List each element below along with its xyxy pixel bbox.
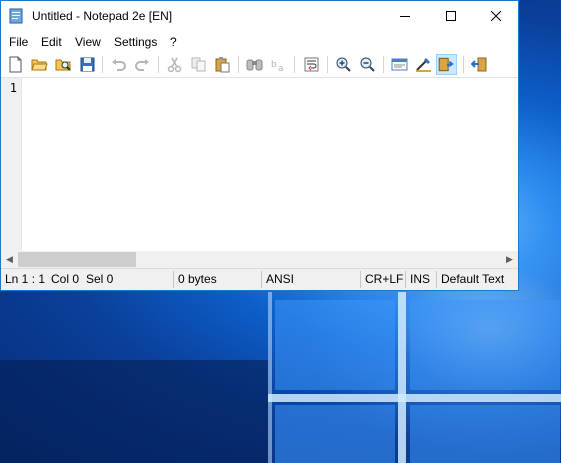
notepad-app-icon — [9, 8, 23, 24]
line-number-gutter: 1 — [1, 78, 22, 251]
status-scheme: Default Text — [441, 272, 505, 286]
close-button[interactable] — [474, 1, 518, 31]
menu-settings[interactable]: Settings — [114, 35, 157, 49]
word-wrap-icon[interactable] — [303, 56, 320, 73]
notepad-window: Untitled - Notepad 2e [EN] File Edit Vie… — [0, 0, 519, 291]
line-number: 1 — [9, 81, 17, 95]
save-icon[interactable] — [79, 56, 96, 73]
find-icon[interactable] — [246, 56, 263, 73]
scrollbar-thumb[interactable] — [18, 252, 136, 267]
customize-icon[interactable] — [415, 56, 432, 73]
close-icon — [491, 11, 501, 21]
status-encoding: ANSI — [266, 272, 295, 286]
paste-icon[interactable] — [214, 56, 231, 73]
minimize-icon — [400, 16, 410, 17]
toolbar: ba — [1, 52, 518, 78]
menu-file[interactable]: File — [9, 35, 28, 49]
status-size: 0 bytes — [178, 272, 217, 286]
minimize-button[interactable] — [382, 1, 428, 31]
svg-text:b: b — [271, 60, 277, 70]
horizontal-scrollbar[interactable]: ◀ ▶ — [1, 251, 518, 268]
svg-text:a: a — [278, 64, 284, 73]
scroll-right-icon[interactable]: ▶ — [501, 251, 518, 268]
status-position: Ln 1 : 1 — [5, 272, 46, 286]
status-line-endings: CR+LF — [365, 272, 404, 286]
browse-icon[interactable] — [55, 56, 72, 73]
copy-icon[interactable] — [190, 56, 207, 73]
toggle-active-button[interactable] — [436, 54, 457, 75]
maximize-button[interactable] — [428, 1, 474, 31]
window-title: Untitled - Notepad 2e [EN] — [32, 9, 173, 23]
status-selection: Sel 0 — [86, 272, 114, 286]
menu-bar: File Edit View Settings ? — [1, 31, 518, 52]
cut-icon[interactable] — [166, 56, 183, 73]
exit-icon[interactable] — [471, 56, 488, 73]
menu-view[interactable]: View — [75, 35, 101, 49]
undo-icon[interactable] — [110, 56, 127, 73]
scheme-icon[interactable] — [391, 56, 408, 73]
title-bar[interactable]: Untitled - Notepad 2e [EN] — [1, 1, 518, 31]
maximize-icon — [446, 11, 456, 21]
status-column: Col 0 — [51, 272, 80, 286]
menu-help[interactable]: ? — [170, 35, 177, 49]
status-insert-mode: INS — [410, 272, 431, 286]
text-editor[interactable]: 1 — [1, 78, 518, 251]
open-file-icon[interactable] — [31, 56, 48, 73]
status-bar: Ln 1 : 1 Col 0 Sel 0 0 bytes ANSI CR+LF … — [1, 268, 518, 290]
replace-icon[interactable]: ba — [270, 56, 287, 73]
redo-icon[interactable] — [134, 56, 151, 73]
zoom-in-icon[interactable] — [335, 56, 352, 73]
swap-docs-icon — [438, 57, 454, 72]
new-file-icon[interactable] — [7, 56, 24, 73]
menu-edit[interactable]: Edit — [41, 35, 62, 49]
zoom-out-icon[interactable] — [359, 56, 376, 73]
scroll-left-icon[interactable]: ◀ — [1, 251, 18, 268]
